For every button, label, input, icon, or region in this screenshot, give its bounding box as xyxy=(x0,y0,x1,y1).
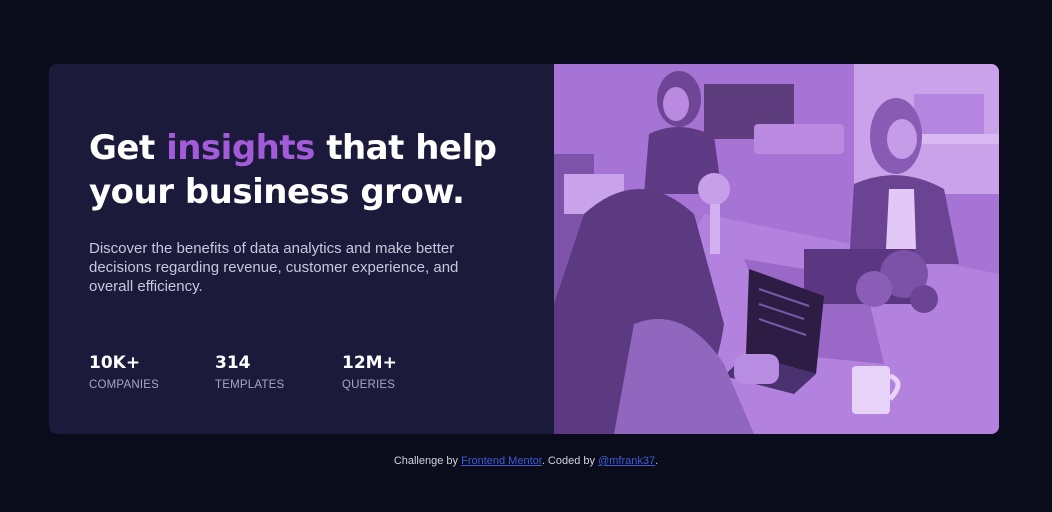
description: Discover the benefits of data analytics … xyxy=(89,240,459,295)
office-photo-icon xyxy=(554,64,999,434)
stat-value: 314 xyxy=(215,353,251,373)
office-photo xyxy=(554,64,999,434)
frontend-mentor-link[interactable]: Frontend Mentor xyxy=(461,455,542,467)
card-content: Get insights that help your business gro… xyxy=(49,64,554,434)
stats-preview-card: Get insights that help your business gro… xyxy=(49,64,999,434)
headline-accent: insights xyxy=(166,128,315,168)
headline: Get insights that help your business gro… xyxy=(89,126,509,214)
stat-templates: 314 TEMPLATES xyxy=(215,353,342,392)
challenge-prefix: Challenge by xyxy=(393,455,462,467)
author-link[interactable]: @mfrank37 xyxy=(598,455,655,467)
headline-pre: Get xyxy=(89,128,167,168)
stat-companies: 10K+ COMPANIES xyxy=(89,353,215,392)
stat-value: 12M+ xyxy=(342,353,397,373)
stat-label: QUERIES xyxy=(342,379,396,391)
footer-suffix: . xyxy=(655,455,659,467)
attribution-footer: Challenge by Frontend Mentor. Coded by @… xyxy=(0,454,1052,468)
stats-row: 10K+ COMPANIES 314 TEMPLATES 12M+ QUERIE… xyxy=(89,353,452,392)
stat-label: COMPANIES xyxy=(89,379,159,391)
stat-label: TEMPLATES xyxy=(215,379,285,391)
stat-queries: 12M+ QUERIES xyxy=(342,353,452,392)
coded-prefix: . Coded by xyxy=(541,455,599,467)
stat-value: 10K+ xyxy=(89,353,141,373)
